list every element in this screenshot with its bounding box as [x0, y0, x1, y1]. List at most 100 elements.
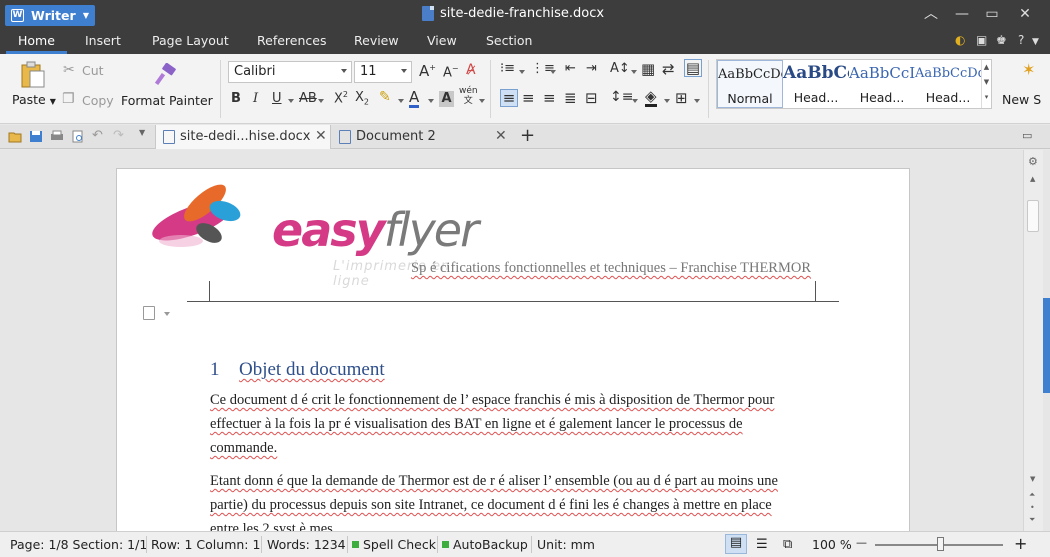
tab-insert[interactable]: Insert	[83, 30, 123, 54]
decrease-indent-icon[interactable]: ⇤	[565, 61, 576, 76]
new-style-icon[interactable]: ✶	[1022, 60, 1035, 79]
scissors-icon[interactable]: ✂	[63, 62, 75, 78]
copy-icon[interactable]: ❐	[62, 91, 75, 107]
redo-icon[interactable]: ↷	[113, 128, 127, 143]
row-column-status[interactable]: Row: 1 Column: 1	[151, 537, 260, 552]
underline-dropdown-icon[interactable]	[288, 99, 294, 103]
page-options-icon[interactable]	[143, 306, 155, 320]
tab-view[interactable]: View	[425, 30, 459, 54]
show-hide-icon[interactable]: ▤	[684, 59, 702, 77]
new-tab-button[interactable]: +	[508, 125, 535, 149]
cut-button[interactable]: Cut	[82, 63, 104, 78]
zoom-in-button[interactable]: +	[1014, 534, 1027, 553]
close-tab-icon[interactable]: ✕	[315, 125, 327, 148]
text-direction-dropdown-icon[interactable]	[631, 70, 637, 74]
shrink-font-icon[interactable]: A−	[443, 64, 459, 80]
table-icon[interactable]: ▦	[641, 60, 655, 78]
tab-home[interactable]: Home	[6, 30, 67, 54]
align-left-icon[interactable]: ≡	[500, 89, 518, 107]
subscript-icon[interactable]: X2	[355, 90, 369, 107]
vertical-scrollbar[interactable]: ⚙ ▲ ▼ ⏶ • ⏷	[1023, 150, 1043, 531]
theme-icon[interactable]: ♚	[996, 33, 1007, 47]
tab-document-2[interactable]: Document 2 ✕	[332, 125, 514, 149]
scroll-up-icon[interactable]: ▲	[1030, 175, 1035, 183]
page-view-icon[interactable]: ▤	[725, 534, 747, 554]
skin-icon[interactable]: ◐	[955, 33, 965, 47]
phonetic-guide-icon[interactable]: wén 文	[459, 86, 478, 106]
print-icon[interactable]	[50, 130, 64, 143]
tab-section[interactable]: Section	[484, 30, 534, 54]
scroll-down-icon[interactable]: ▼	[1030, 475, 1035, 483]
autobackup-status[interactable]: AutoBackup	[442, 537, 528, 552]
minimize-button[interactable]: —	[951, 4, 973, 24]
bullets-icon[interactable]: ⁝≡	[500, 61, 515, 76]
italic-icon[interactable]: I	[253, 91, 258, 106]
side-panel-toggle[interactable]	[1043, 298, 1050, 393]
bullets-dropdown-icon[interactable]	[519, 70, 525, 74]
page-settings-icon[interactable]: ⚙	[1028, 155, 1038, 168]
font-color-icon[interactable]: A	[409, 89, 420, 108]
style-normal[interactable]: AaBbCcDd Normal	[717, 60, 783, 108]
styles-scroll[interactable]: ▲ ▼ ▾	[981, 60, 991, 108]
strikethrough-icon[interactable]: AB	[299, 91, 317, 106]
distributed-icon[interactable]: ⊟	[585, 89, 598, 107]
shading-icon[interactable]: ◈	[645, 88, 657, 107]
select-browse-icon[interactable]: •	[1030, 503, 1035, 512]
tab-document-active[interactable]: site-dedi...hise.docx ✕	[155, 125, 331, 149]
tab-page-layout[interactable]: Page Layout	[150, 30, 231, 54]
highlight-icon[interactable]: ✎	[379, 89, 391, 105]
outline-view-icon[interactable]: ☰	[756, 537, 768, 552]
increase-indent-icon[interactable]: ⇥	[586, 61, 597, 76]
page-options-dropdown-icon[interactable]	[164, 312, 170, 316]
undo-icon[interactable]: ↶	[92, 128, 106, 143]
tab-list-icon[interactable]: ▭	[1022, 129, 1036, 142]
print-preview-icon[interactable]	[71, 130, 85, 143]
close-button[interactable]: ✕	[1014, 4, 1036, 24]
phonetic-dropdown-icon[interactable]	[479, 99, 485, 103]
maximize-button[interactable]: ▭	[981, 4, 1003, 24]
superscript-icon[interactable]: X2	[334, 90, 348, 106]
next-page-icon[interactable]: ⏷	[1029, 515, 1035, 525]
text-direction-icon[interactable]: A↕	[610, 61, 630, 76]
help-dropdown-icon[interactable]: ▼	[1032, 37, 1039, 47]
app-menu-button[interactable]: W Writer ▼	[5, 5, 95, 26]
open-folder-icon[interactable]	[8, 130, 22, 143]
share-icon[interactable]: ▣	[976, 33, 987, 47]
strikethrough-dropdown-icon[interactable]	[318, 99, 324, 103]
zoom-level[interactable]: 100 %	[812, 537, 852, 552]
borders-dropdown-icon[interactable]	[694, 99, 700, 103]
bold-icon[interactable]: B	[231, 91, 241, 106]
web-view-icon[interactable]: ⧉	[783, 537, 792, 552]
help-icon[interactable]: ?	[1018, 33, 1024, 47]
char-shading-icon[interactable]: A	[439, 91, 454, 107]
spell-check-status[interactable]: Spell Check	[352, 537, 436, 552]
line-spacing-dropdown-icon[interactable]	[632, 99, 638, 103]
align-right-icon[interactable]: ≡	[543, 89, 556, 107]
justify-icon[interactable]: ≣	[564, 89, 577, 107]
paste-button[interactable]: Paste ▼	[12, 92, 56, 107]
clear-format-icon[interactable]: A̷	[466, 62, 476, 78]
highlight-dropdown-icon[interactable]	[398, 99, 404, 103]
new-style-button[interactable]: New S	[1002, 92, 1041, 107]
prev-page-icon[interactable]: ⏶	[1029, 490, 1035, 500]
style-heading-2[interactable]: AaBbCcI Head...	[849, 60, 915, 108]
paste-icon[interactable]	[20, 61, 46, 89]
tab-references[interactable]: References	[255, 30, 328, 54]
close-tab-icon[interactable]: ✕	[495, 125, 507, 148]
tab-review[interactable]: Review	[352, 30, 401, 54]
line-spacing-icon[interactable]: ↕≡	[610, 89, 633, 105]
format-painter-button[interactable]: Format Painter	[121, 93, 213, 108]
unit-status[interactable]: Unit: mm	[537, 537, 595, 552]
grow-font-icon[interactable]: A+	[419, 62, 436, 80]
paragraph-marks-icon[interactable]: ⇄	[662, 60, 675, 78]
font-name-select[interactable]: Calibri	[228, 61, 352, 83]
style-heading-1[interactable]: AaBbCc Head...	[783, 60, 849, 108]
format-painter-icon[interactable]	[153, 63, 177, 87]
shading-dropdown-icon[interactable]	[664, 99, 670, 103]
document-page[interactable]: easyflyer L'imprimerie en ligne Sp é cif…	[116, 168, 910, 531]
page-status[interactable]: Page: 1/8 Section: 1/1	[10, 537, 147, 552]
underline-icon[interactable]: U	[272, 91, 282, 106]
save-icon[interactable]	[29, 130, 43, 143]
word-count[interactable]: Words: 1234	[267, 537, 346, 552]
zoom-slider-thumb[interactable]	[937, 537, 944, 551]
